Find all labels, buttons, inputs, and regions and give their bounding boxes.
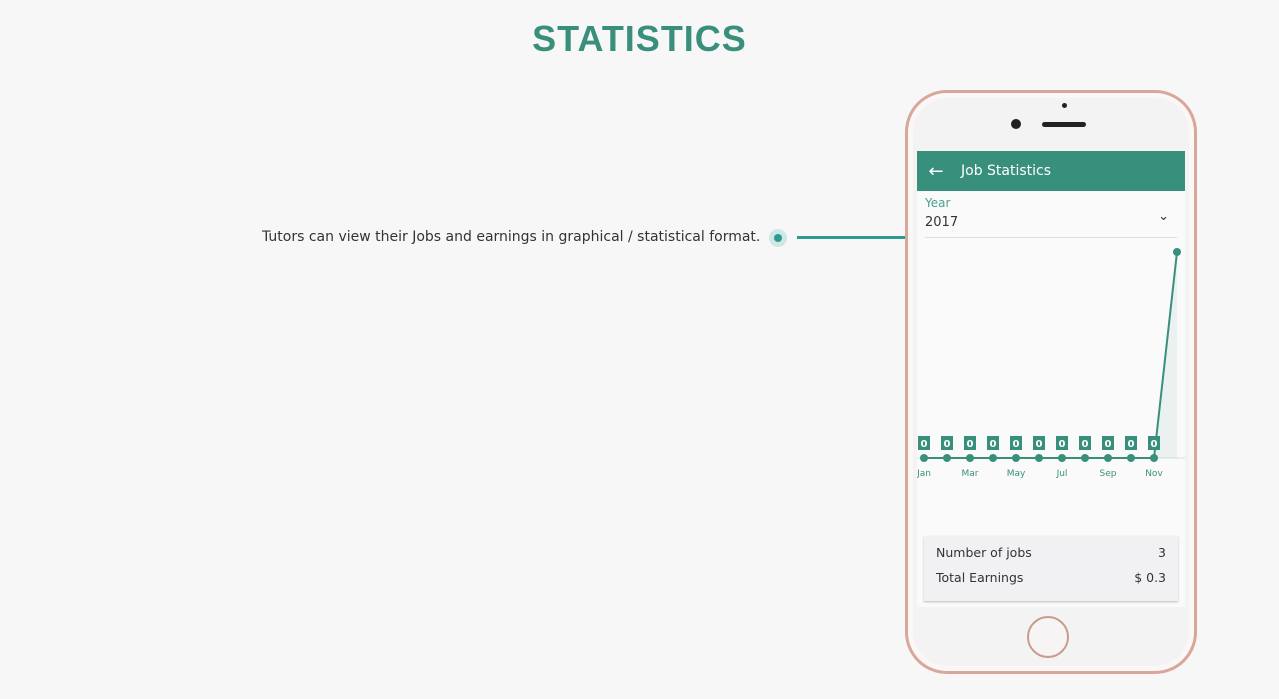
app-screen: ← Job Statistics Year 2017 ⌄ 00000000000… — [917, 151, 1185, 607]
data-point — [1150, 454, 1158, 462]
earnings-value: $ 0.3 — [1134, 570, 1166, 585]
summary-card: Number of jobs 3 Total Earnings $ 0.3 — [924, 536, 1178, 601]
phone-sensor — [1062, 103, 1067, 108]
data-label: 0 — [1105, 439, 1112, 450]
data-point — [920, 454, 928, 462]
page-title: STATISTICS — [532, 18, 747, 59]
data-point — [1081, 454, 1089, 462]
app-bar: ← Job Statistics — [917, 151, 1185, 191]
year-select[interactable]: Year 2017 ⌄ — [925, 191, 1177, 238]
x-tick-label: May — [1007, 469, 1026, 479]
data-label: 0 — [1059, 439, 1066, 450]
data-point — [1127, 454, 1135, 462]
x-tick-label: Mar — [962, 469, 979, 479]
series-line — [924, 251, 1178, 459]
data-point — [1012, 454, 1020, 462]
x-tick-label: Jan — [917, 469, 931, 479]
data-point — [1035, 454, 1043, 462]
home-button[interactable] — [1027, 616, 1069, 658]
arrow-left-icon[interactable]: ← — [917, 161, 955, 182]
earnings-label: Total Earnings — [936, 570, 1024, 585]
x-tick-label: Jul — [1056, 469, 1068, 479]
app-title: Job Statistics — [961, 163, 1052, 179]
x-tick-label: Nov — [1145, 469, 1163, 479]
chevron-down-icon[interactable]: ⌄ — [1158, 209, 1169, 224]
earnings-row: Total Earnings $ 0.3 — [936, 570, 1166, 585]
year-label: Year — [925, 196, 951, 210]
data-label: 0 — [1036, 439, 1043, 450]
jobs-line-chart: 0 0 0 0 0 0 0 0 0 0 0 Jan Mar May Jul Sep Nov — [917, 248, 1185, 479]
data-label: 0 — [1128, 439, 1135, 450]
x-tick-label: Sep — [1100, 469, 1117, 479]
data-point — [989, 454, 997, 462]
jobs-label: Number of jobs — [936, 545, 1032, 560]
jobs-value: 3 — [1158, 545, 1166, 560]
phone-speaker — [1042, 122, 1086, 127]
year-value: 2017 — [925, 215, 959, 230]
data-label: 0 — [921, 439, 928, 450]
data-label: 0 — [1082, 439, 1089, 450]
data-point — [1058, 454, 1066, 462]
data-label: 0 — [1013, 439, 1020, 450]
data-point — [966, 454, 974, 462]
phone-camera-icon — [1011, 119, 1021, 129]
data-point — [1104, 454, 1112, 462]
feature-description: Tutors can view their Jobs and earnings … — [262, 229, 761, 245]
connector-line — [797, 236, 905, 239]
jobs-row: Number of jobs 3 — [936, 545, 1166, 560]
data-point — [1173, 248, 1181, 256]
area-fill — [924, 252, 1177, 458]
data-point — [943, 454, 951, 462]
data-label: 0 — [967, 439, 974, 450]
data-label: 0 — [1151, 439, 1158, 450]
feature-marker-icon — [769, 229, 787, 247]
data-label: 0 — [990, 439, 997, 450]
data-label: 0 — [944, 439, 951, 450]
